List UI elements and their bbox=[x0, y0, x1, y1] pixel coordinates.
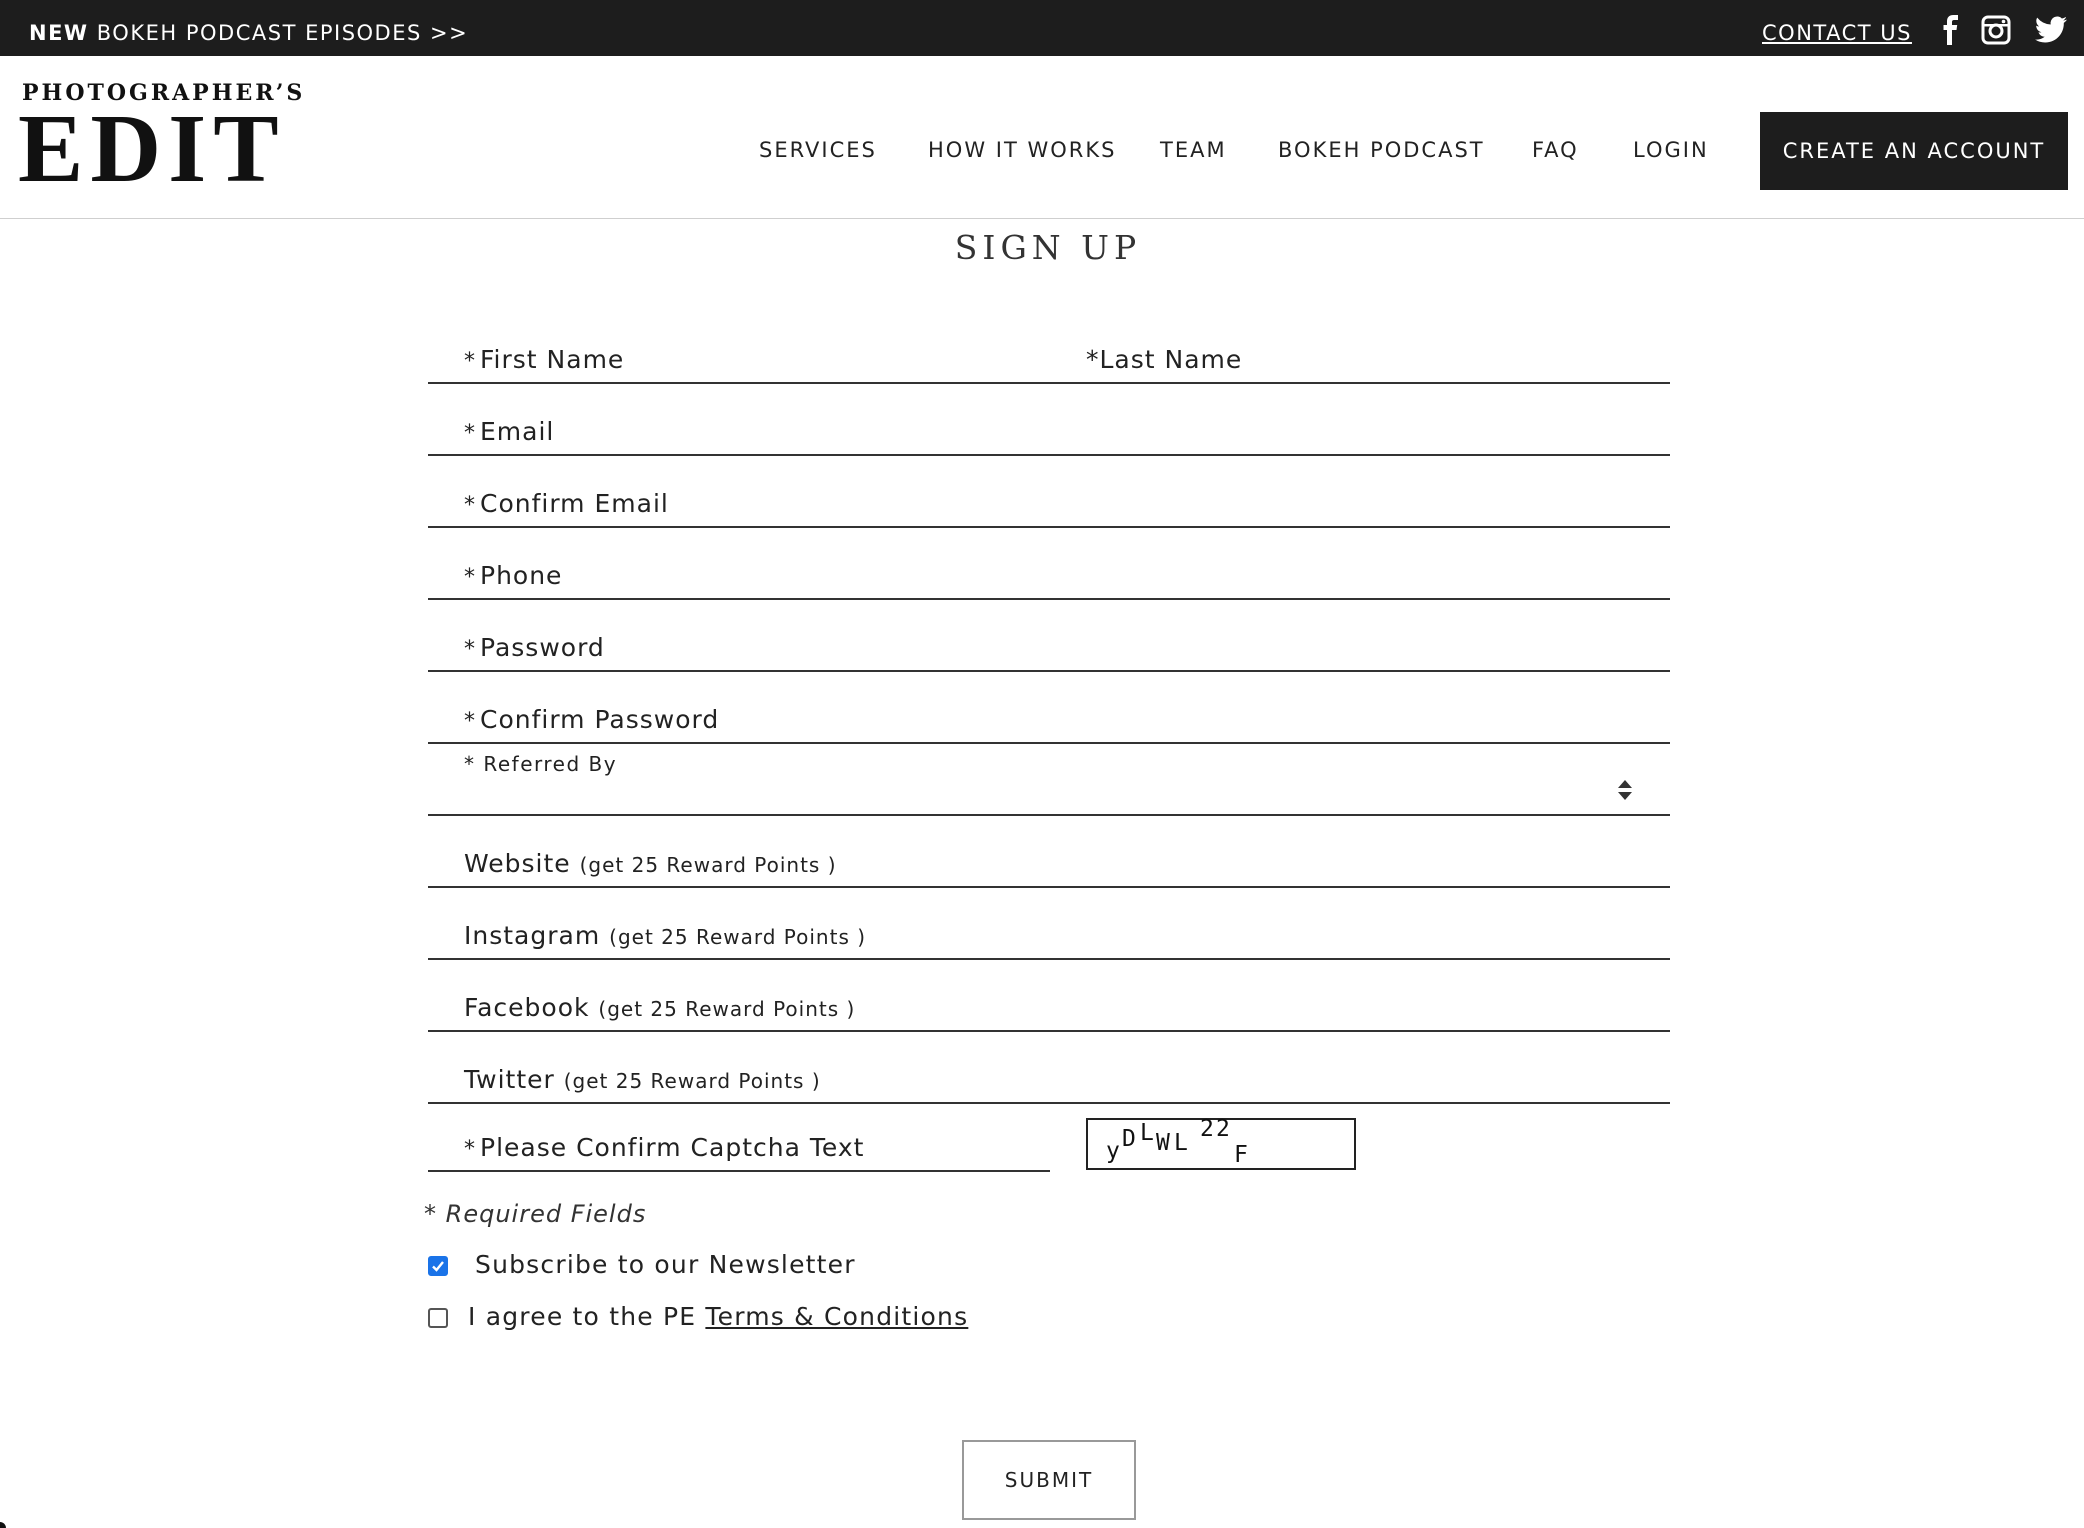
website-field[interactable]: Website (get 25 Reward Points ) bbox=[428, 814, 1670, 888]
reward-hint: (get 25 Reward Points ) bbox=[579, 853, 837, 877]
required-asterisk: * bbox=[464, 752, 476, 776]
email-label: Email bbox=[480, 417, 555, 446]
logo-wordmark[interactable]: EDIT bbox=[18, 100, 286, 198]
facebook-icon[interactable] bbox=[1936, 14, 1968, 46]
nav-how-it-works[interactable]: HOW IT WORKS bbox=[928, 138, 1116, 162]
promo-new-label: NEW bbox=[29, 21, 89, 45]
last-name-field[interactable]: *Last Name bbox=[1086, 345, 1242, 374]
terms-checkbox[interactable] bbox=[428, 1308, 448, 1328]
captcha-image: y D L W L 2 2 F bbox=[1086, 1116, 1356, 1170]
twitter-label: Twitter bbox=[464, 1065, 555, 1094]
terms-conditions-link[interactable]: Terms & Conditions bbox=[705, 1302, 968, 1331]
captcha-char: L bbox=[1140, 1120, 1154, 1146]
captcha-input[interactable]: * Please Confirm Captcha Text bbox=[428, 1100, 1050, 1172]
captcha-label: Please Confirm Captcha Text bbox=[480, 1133, 865, 1162]
first-name-field[interactable]: * First Name bbox=[464, 345, 624, 374]
password-label: Password bbox=[480, 633, 605, 662]
password-field[interactable]: * Password bbox=[428, 598, 1670, 672]
required-asterisk: * bbox=[464, 421, 476, 446]
confirm-email-field[interactable]: * Confirm Email bbox=[428, 454, 1670, 528]
create-account-button[interactable]: CREATE AN ACCOUNT bbox=[1760, 112, 2068, 190]
last-name-label: Last Name bbox=[1099, 345, 1243, 374]
required-asterisk: * bbox=[464, 1137, 476, 1162]
required-asterisk: * bbox=[464, 565, 476, 590]
instagram-field[interactable]: Instagram (get 25 Reward Points ) bbox=[428, 886, 1670, 960]
confirm-password-field[interactable]: * Confirm Password bbox=[428, 670, 1670, 744]
required-asterisk: * bbox=[424, 1200, 437, 1228]
captcha-char: L bbox=[1174, 1130, 1188, 1156]
phone-label: Phone bbox=[480, 561, 563, 590]
required-asterisk: * bbox=[464, 637, 476, 662]
reward-hint: (get 25 Reward Points ) bbox=[609, 925, 867, 949]
reward-hint: (get 25 Reward Points ) bbox=[598, 997, 856, 1021]
required-asterisk: * bbox=[464, 493, 476, 518]
captcha-char: 2 bbox=[1216, 1116, 1230, 1142]
captcha-char: 2 bbox=[1200, 1116, 1214, 1142]
terms-label: I agree to the PE Terms & Conditions bbox=[468, 1302, 968, 1331]
nav-bokeh-podcast[interactable]: BOKEH PODCAST bbox=[1278, 138, 1485, 162]
nav-team[interactable]: TEAM bbox=[1160, 138, 1227, 162]
required-note-text: Required Fields bbox=[445, 1200, 647, 1228]
newsletter-checkbox[interactable] bbox=[428, 1256, 448, 1276]
confirm-email-label: Confirm Email bbox=[480, 489, 669, 518]
twitter-field[interactable]: Twitter (get 25 Reward Points ) bbox=[428, 1030, 1670, 1104]
podcast-promo-link[interactable]: NEW BOKEH PODCAST EPISODES >> bbox=[29, 0, 468, 56]
instagram-label: Instagram bbox=[464, 921, 601, 950]
select-arrows-icon[interactable] bbox=[1616, 778, 1634, 802]
newsletter-label: Subscribe to our Newsletter bbox=[475, 1250, 856, 1279]
captcha-char: D bbox=[1122, 1126, 1136, 1152]
page-title: SIGN UP bbox=[954, 228, 1142, 267]
window-corner bbox=[0, 1522, 6, 1528]
twitter-icon[interactable] bbox=[2034, 14, 2068, 46]
phone-field[interactable]: * Phone bbox=[428, 526, 1670, 600]
nav-faq[interactable]: FAQ bbox=[1532, 138, 1579, 162]
required-asterisk: * bbox=[464, 349, 476, 374]
nav-login[interactable]: LOGIN bbox=[1633, 138, 1709, 162]
captcha-char: y bbox=[1106, 1138, 1120, 1164]
confirm-password-label: Confirm Password bbox=[480, 705, 720, 734]
email-field[interactable]: * Email bbox=[428, 382, 1670, 456]
contact-us-link[interactable]: CONTACT US bbox=[1762, 0, 1912, 56]
captcha-char: W bbox=[1156, 1130, 1170, 1156]
name-row: * First Name *Last Name bbox=[428, 310, 1670, 384]
required-asterisk: * bbox=[464, 709, 476, 734]
nav-services[interactable]: SERVICES bbox=[759, 138, 877, 162]
required-asterisk: * bbox=[1086, 345, 1100, 374]
promo-text: BOKEH PODCAST EPISODES >> bbox=[88, 21, 469, 45]
facebook-label: Facebook bbox=[464, 993, 590, 1022]
reward-hint: (get 25 Reward Points ) bbox=[563, 1069, 821, 1093]
announcement-bar: NEW BOKEH PODCAST EPISODES >> CONTACT US bbox=[0, 0, 2084, 56]
referred-by-label-wrap: * Referred By bbox=[464, 752, 617, 776]
checkmark-icon bbox=[432, 1261, 444, 1272]
first-name-label: First Name bbox=[480, 345, 625, 374]
terms-prefix: I agree to the PE bbox=[468, 1302, 706, 1331]
facebook-field[interactable]: Facebook (get 25 Reward Points ) bbox=[428, 958, 1670, 1032]
required-fields-note: * Required Fields bbox=[424, 1200, 646, 1228]
website-label: Website bbox=[464, 849, 571, 878]
submit-button[interactable]: SUBMIT bbox=[962, 1440, 1136, 1520]
instagram-icon[interactable] bbox=[1980, 14, 2012, 46]
captcha-char: F bbox=[1234, 1142, 1248, 1168]
referred-by-label: Referred By bbox=[483, 752, 618, 776]
